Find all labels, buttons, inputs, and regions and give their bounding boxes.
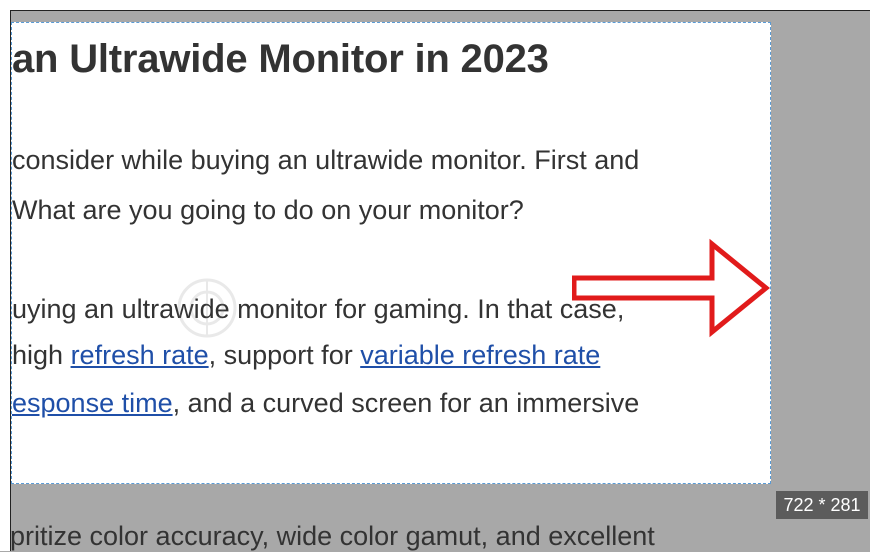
link-variable-refresh-rate[interactable]: variable refresh rate — [360, 340, 600, 370]
link-response-time[interactable]: esponse time — [12, 388, 173, 418]
paragraph-2-text: high — [12, 340, 71, 370]
paragraph-1-line-1: consider while buying an ultrawide monit… — [12, 145, 640, 175]
paragraph-2-text: , support for — [208, 340, 361, 370]
article-heading: an Ultrawide Monitor in 2023 — [12, 37, 549, 81]
right-arrow-icon — [572, 238, 770, 338]
paragraph-2-line-2: high refresh rate, support for variable … — [12, 342, 600, 369]
link-refresh-rate[interactable]: refresh rate — [71, 340, 209, 370]
paragraph-2-line-3: esponse time, and a curved screen for an… — [12, 390, 639, 417]
quantrimang-watermark-icon — [177, 278, 237, 338]
selection-region[interactable]: an Ultrawide Monitor in 2023 consider wh… — [11, 22, 771, 484]
overlay-top-border — [10, 10, 870, 11]
selection-size-badge: 722 * 281 — [776, 491, 868, 519]
paragraph-3-line-1: pritize color accuracy, wide color gamut… — [10, 521, 655, 551]
window-top-strip — [0, 0, 870, 10]
paragraph-1-line-2: What are you going to do on your monitor… — [12, 195, 524, 225]
window-left-edge — [0, 0, 10, 551]
paragraph-2-line-1: uying an ultrawide monitor for gaming. I… — [12, 294, 625, 324]
paragraph-2-text: , and a curved screen for an immersive — [172, 388, 640, 418]
